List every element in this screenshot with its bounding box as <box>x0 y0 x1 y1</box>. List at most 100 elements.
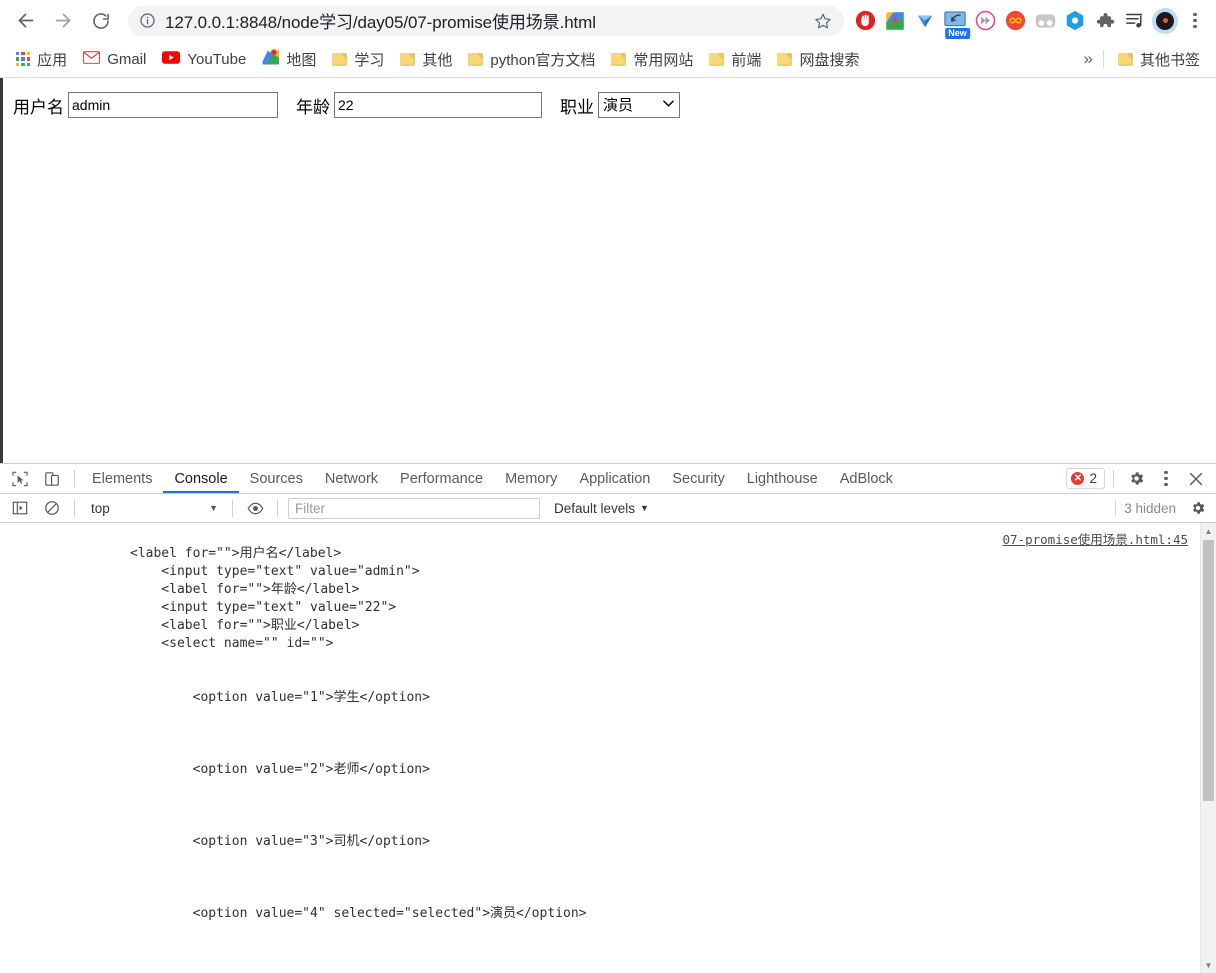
console-settings-gear-icon[interactable] <box>1184 494 1212 522</box>
tab-adblock[interactable]: AdBlock <box>829 464 904 493</box>
back-button[interactable] <box>6 2 44 40</box>
device-toolbar-icon[interactable] <box>36 465 68 493</box>
infinity-extension-icon[interactable] <box>1000 2 1030 40</box>
fast-forward-extension-icon[interactable] <box>970 2 1000 40</box>
username-label: 用户名 <box>13 97 64 117</box>
goggles-extension-icon[interactable] <box>1030 2 1060 40</box>
close-devtools-icon[interactable] <box>1182 465 1210 493</box>
live-expression-eye-icon[interactable] <box>239 494 271 522</box>
console-sidebar-toggle-icon[interactable] <box>4 494 36 522</box>
log-levels-label: Default levels <box>554 500 636 516</box>
bookmark-folder-other[interactable]: 其他 <box>392 46 460 73</box>
hidden-count[interactable]: 3 hidden <box>1124 501 1176 516</box>
error-count-badge[interactable]: ✕ 2 <box>1066 468 1105 489</box>
folder-icon <box>400 52 416 66</box>
folder-icon <box>777 52 793 66</box>
hexagon-extension-icon[interactable] <box>1060 2 1090 40</box>
user-form: 用户名 年龄 职业 学生老师司机演员 <box>3 78 1216 118</box>
bookmark-folder-study[interactable]: 学习 <box>324 46 392 73</box>
console-filter-bar: top ▼ Default levels ▼ 3 hidden <box>0 494 1216 523</box>
youtube-icon <box>162 50 181 68</box>
tab-security[interactable]: Security <box>661 464 735 493</box>
tab-lighthouse[interactable]: Lighthouse <box>736 464 829 493</box>
job-label: 职业 <box>560 97 594 117</box>
console-filter-input[interactable] <box>288 497 540 519</box>
extension-new-badge: New <box>945 27 970 39</box>
tab-elements[interactable]: Elements <box>81 464 163 493</box>
scroll-down-arrow-icon[interactable]: ▼ <box>1201 957 1216 973</box>
settings-gear-icon[interactable] <box>1122 465 1150 493</box>
reload-button[interactable] <box>82 2 120 40</box>
toolbar-divider <box>74 470 75 487</box>
bookmark-label: YouTube <box>187 50 247 68</box>
extension-icons: New <box>850 2 1210 40</box>
clear-console-icon[interactable] <box>36 494 68 522</box>
folder-icon <box>1117 52 1133 66</box>
bookmark-label: 地图 <box>286 51 317 69</box>
playlist-icon[interactable] <box>1120 2 1150 40</box>
screenshot-extension-icon[interactable]: New <box>940 2 970 40</box>
profile-avatar[interactable] <box>1150 2 1180 40</box>
chrome-menu-button[interactable] <box>1180 2 1210 40</box>
age-label: 年龄 <box>296 97 330 117</box>
execution-context-select[interactable]: top ▼ <box>81 498 226 519</box>
bookmark-label: 其他 <box>422 51 453 69</box>
adblock-extension-icon[interactable] <box>850 2 880 40</box>
devtools-tabbar: Elements Console Sources Network Perform… <box>0 464 1216 494</box>
bookmark-folder-common-sites[interactable]: 常用网站 <box>603 46 701 73</box>
toolbar-divider <box>1115 500 1117 516</box>
bookmark-other-bookmarks[interactable]: 其他书签 <box>1110 46 1208 73</box>
username-input[interactable] <box>68 92 278 118</box>
toolbar-divider <box>232 499 233 517</box>
maps-icon <box>262 49 280 69</box>
puzzle-extensions-icon[interactable] <box>1090 2 1120 40</box>
tab-console[interactable]: Console <box>163 464 238 493</box>
bookmark-youtube[interactable]: YouTube <box>154 48 254 71</box>
tab-memory[interactable]: Memory <box>494 464 568 493</box>
address-bar-url[interactable]: 127.0.0.1:8848/node学习/day05/07-promise使用… <box>165 8 806 33</box>
bookmark-folder-python-docs[interactable]: python官方文档 <box>460 46 603 73</box>
apps-grid-icon <box>16 51 31 67</box>
hidden-messages-note: 3 hidden <box>1115 494 1216 522</box>
bookmarks-overflow-button[interactable]: » <box>1074 49 1103 69</box>
tab-sources[interactable]: Sources <box>239 464 314 493</box>
site-info-icon[interactable] <box>139 12 156 29</box>
bookmark-label: 常用网站 <box>633 51 694 69</box>
tab-performance[interactable]: Performance <box>389 464 494 493</box>
folder-icon <box>611 52 627 66</box>
bookmark-apps[interactable]: 应用 <box>8 46 75 73</box>
bookmark-star-icon[interactable] <box>814 12 832 30</box>
tab-application[interactable]: Application <box>568 464 661 493</box>
navigation-bar: 127.0.0.1:8848/node学习/day05/07-promise使用… <box>0 0 1216 41</box>
folder-icon <box>332 52 348 66</box>
forward-button[interactable] <box>44 2 82 40</box>
toolbar-divider <box>74 499 75 517</box>
gmail-icon <box>83 50 101 68</box>
console-output-area[interactable]: 07-promise使用场景.html:45 <label for="">用户名… <box>0 523 1216 973</box>
age-input[interactable] <box>334 92 542 118</box>
bookmark-label: 网盘搜索 <box>799 51 860 69</box>
console-scrollbar[interactable]: ▲ ▼ <box>1200 523 1216 973</box>
bookmark-gmail[interactable]: Gmail <box>75 48 154 71</box>
bookmark-label: 其他书签 <box>1139 51 1200 69</box>
scrollbar-thumb[interactable] <box>1203 540 1214 801</box>
bookmark-label: 学习 <box>354 51 385 69</box>
bookmarks-separator <box>1102 50 1104 68</box>
tab-network[interactable]: Network <box>314 464 389 493</box>
log-levels-select[interactable]: Default levels ▼ <box>554 501 649 516</box>
bookmarks-bar: 应用 Gmail YouTube 地图 学习 其他 python官方文档 常用网… <box>0 41 1216 78</box>
inspect-element-icon[interactable] <box>4 465 36 493</box>
job-select[interactable]: 学生老师司机演员 <box>598 92 680 118</box>
toolbar-divider <box>1113 470 1114 487</box>
bookmark-folder-frontend[interactable]: 前端 <box>701 46 769 73</box>
google-translate-extension-icon[interactable] <box>880 2 910 40</box>
console-source-link[interactable]: 07-promise使用场景.html:45 <box>1003 529 1188 548</box>
devtools-menu-button[interactable] <box>1152 465 1180 493</box>
chevron-down-icon: ▼ <box>209 503 218 513</box>
v-extension-icon[interactable] <box>910 2 940 40</box>
execution-context-label: top <box>91 500 110 516</box>
scroll-up-arrow-icon[interactable]: ▲ <box>1201 523 1216 539</box>
bookmark-maps[interactable]: 地图 <box>254 46 324 73</box>
bookmark-folder-netdisk-search[interactable]: 网盘搜索 <box>769 46 867 73</box>
address-bar[interactable]: 127.0.0.1:8848/node学习/day05/07-promise使用… <box>128 5 844 36</box>
